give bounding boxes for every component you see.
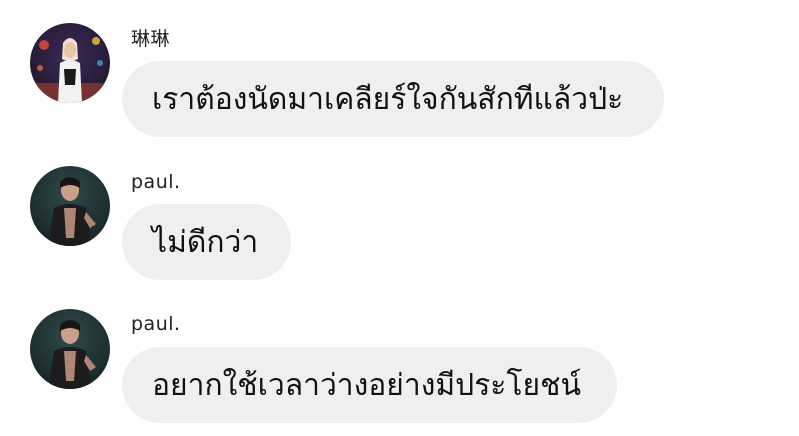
message-bubble[interactable]: อยากใช้เวลาว่างอย่างมีประโยชน์ bbox=[122, 347, 617, 423]
avatar[interactable] bbox=[30, 309, 110, 389]
avatar[interactable] bbox=[30, 166, 110, 246]
message-bubble[interactable]: ไม่ดีกว่า bbox=[122, 204, 291, 280]
message-text: อยากใช้เวลาว่างอย่างมีประโยชน์ bbox=[152, 367, 581, 403]
message-bubble[interactable]: เราต้องนัดมาเคลียร์ใจกันสักทีแล้วป่ะ bbox=[122, 61, 664, 137]
message-text: เราต้องนัดมาเคลียร์ใจกันสักทีแล้วป่ะ bbox=[152, 81, 624, 117]
message-text: ไม่ดีกว่า bbox=[152, 224, 259, 260]
avatar-photo bbox=[30, 166, 110, 246]
sender-name: 琳琳 bbox=[131, 28, 171, 50]
avatar-photo bbox=[30, 309, 110, 389]
sender-name: paul. bbox=[131, 171, 181, 193]
sender-name: paul. bbox=[131, 313, 181, 335]
avatar-photo bbox=[30, 23, 110, 103]
avatar[interactable] bbox=[30, 23, 110, 103]
